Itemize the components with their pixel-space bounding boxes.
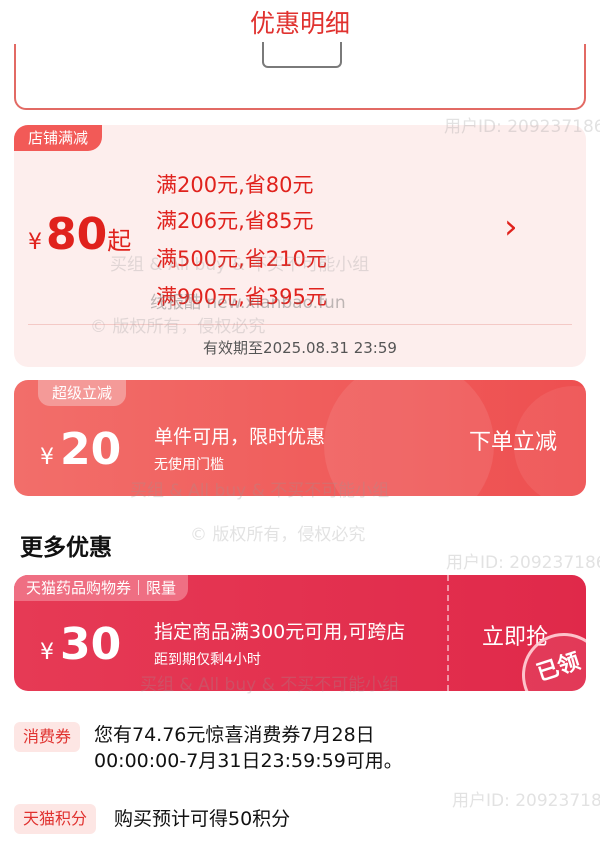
super-discount-desc: 单件可用，限时优惠 (154, 426, 326, 448)
tmall-points-tag: 天猫积分 (14, 804, 97, 834)
watermark-text: © 版权所有，侵权必究 (190, 525, 366, 545)
page-title: 优惠明细 (249, 9, 350, 38)
tmall-points-text: 购买预计可得50积分 (114, 808, 291, 830)
consumption-voucher-row: 消费券 您有74.76元惊喜消费券7月28日 00:00:00-7月31日23:… (14, 720, 586, 774)
dashed-divider (447, 575, 449, 691)
currency-symbol: ¥ (40, 640, 54, 665)
super-discount-amount: ¥20 (40, 424, 121, 475)
chevron-right-icon[interactable]: › (504, 207, 518, 247)
currency-symbol: ¥ (40, 445, 54, 470)
amount-value: 30 (60, 619, 122, 670)
shop-discount-tag: 店铺满减 (14, 125, 103, 151)
tmall-coupon-expiry: 距到期仅剩4小时 (154, 652, 261, 668)
consumption-voucher-line1: 您有74.76元惊喜消费券7月28日 (94, 724, 375, 746)
amount-value: 80 (46, 209, 108, 260)
previous-section-frame (14, 42, 586, 110)
discount-rule: 满206元,省85元 (156, 209, 314, 233)
tmall-coupon-tag: 天猫药品购物券｜限量 (14, 575, 189, 601)
validity-text: 有效期至2025.08.31 23:59 (203, 339, 397, 357)
shop-discount-card[interactable]: 店铺满减 ¥80起 满200元,省80元 满206元,省85元 满500元,省2… (14, 125, 586, 367)
consumption-voucher-tag: 消费券 (14, 722, 81, 752)
currency-symbol: ¥ (28, 230, 42, 255)
watermark-text: 用户ID: 209237186 (446, 553, 600, 573)
discount-rule: 满200元,省80元 (156, 173, 314, 197)
tmall-coupon-amount: ¥30 (40, 619, 121, 670)
tmall-coupon-desc: 指定商品满300元可用,可跨店 (154, 621, 406, 643)
amount-suffix: 起 (107, 227, 132, 255)
more-offers-title: 更多优惠 (20, 535, 112, 561)
order-discount-button[interactable]: 下单立减 (469, 424, 557, 456)
tmall-points-row: 天猫积分 购买预计可得50积分 (14, 804, 586, 836)
super-discount-condition: 无使用门槛 (154, 457, 224, 473)
discount-rule: 满900元,省395元 (156, 285, 327, 309)
collapsed-button[interactable] (262, 42, 342, 68)
tmall-coupon-card[interactable]: 天猫药品购物券｜限量 ¥30 指定商品满300元可用,可跨店 距到期仅剩4小时 … (14, 575, 586, 691)
amount-value: 20 (60, 424, 122, 475)
shop-discount-amount: ¥80起 (28, 209, 131, 260)
discount-rule: 满500元,省210元 (156, 247, 327, 271)
divider (28, 324, 572, 325)
super-discount-card[interactable]: 超级立减 ¥20 单件可用，限时优惠 无使用门槛 下单立减 (14, 380, 586, 496)
consumption-voucher-line2: 00:00:00-7月31日23:59:59可用。 (94, 750, 403, 772)
super-discount-tag: 超级立减 (38, 380, 127, 406)
